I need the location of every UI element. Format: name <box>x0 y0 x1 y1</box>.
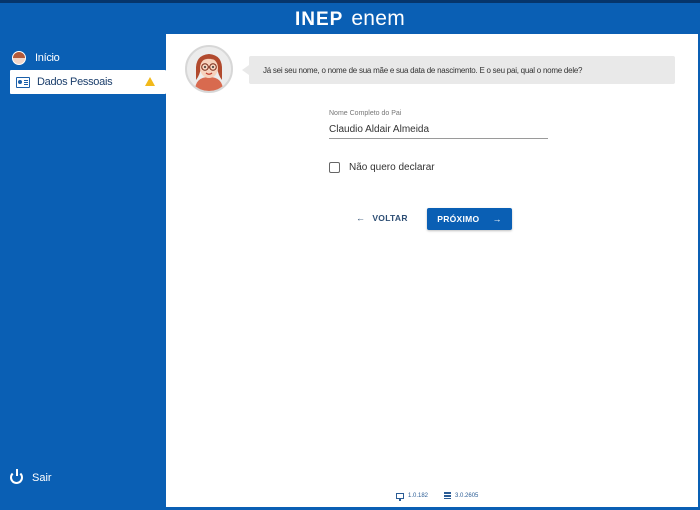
next-button-label: PRÓXIMO <box>437 214 480 224</box>
arrow-right-icon: → <box>492 214 502 224</box>
father-name-label: Nome Completo do Pai <box>329 110 402 117</box>
sidebar-item-inicio[interactable]: Início <box>10 46 166 70</box>
assistant-face-icon <box>187 47 231 91</box>
avatar-icon <box>12 51 26 65</box>
logout-label: Sair <box>32 471 52 484</box>
chat-message: Já sei seu nome, o nome de sua mãe e sua… <box>263 65 583 75</box>
backend-version-value: 3.0.2605 <box>455 492 479 499</box>
sidebar: Início Dados Pessoais Sair <box>0 34 166 508</box>
sidebar-item-label: Início <box>35 52 60 64</box>
sidebar-item-dados-pessoais[interactable]: Dados Pessoais <box>10 70 166 94</box>
no-declare-option[interactable]: Não quero declarar <box>329 162 435 173</box>
enem-logo: enem <box>351 6 406 30</box>
back-button[interactable]: ← VOLTAR <box>356 211 408 225</box>
father-name-input[interactable] <box>329 121 548 139</box>
no-declare-checkbox[interactable] <box>329 162 340 173</box>
chat-bubble: Já sei seu nome, o nome de sua mãe e sua… <box>242 56 675 84</box>
arrow-left-icon: ← <box>356 213 366 223</box>
main-content: Já sei seu nome, o nome de sua mãe e sua… <box>166 34 698 508</box>
version-footer: 1.0.182 3.0.2605 <box>396 492 478 501</box>
no-declare-label: Não quero declarar <box>349 162 435 173</box>
backend-version: 3.0.2605 <box>444 492 478 499</box>
next-button[interactable]: PRÓXIMO → <box>427 208 512 230</box>
power-icon <box>10 469 23 484</box>
id-card-icon <box>16 76 30 88</box>
assistant-avatar <box>185 45 233 93</box>
frontend-version-value: 1.0.182 <box>408 492 429 499</box>
logout-button[interactable]: Sair <box>10 469 52 484</box>
frontend-version: 1.0.182 <box>396 492 429 501</box>
brand-logo: INEP enem <box>295 7 405 31</box>
inep-logo: INEP <box>294 8 344 30</box>
server-icon <box>444 492 452 499</box>
back-button-label: VOLTAR <box>372 213 408 223</box>
app-header: INEP enem <box>0 3 700 34</box>
sidebar-item-label: Dados Pessoais <box>37 76 113 88</box>
warning-icon <box>145 77 155 86</box>
monitor-icon <box>396 492 404 501</box>
